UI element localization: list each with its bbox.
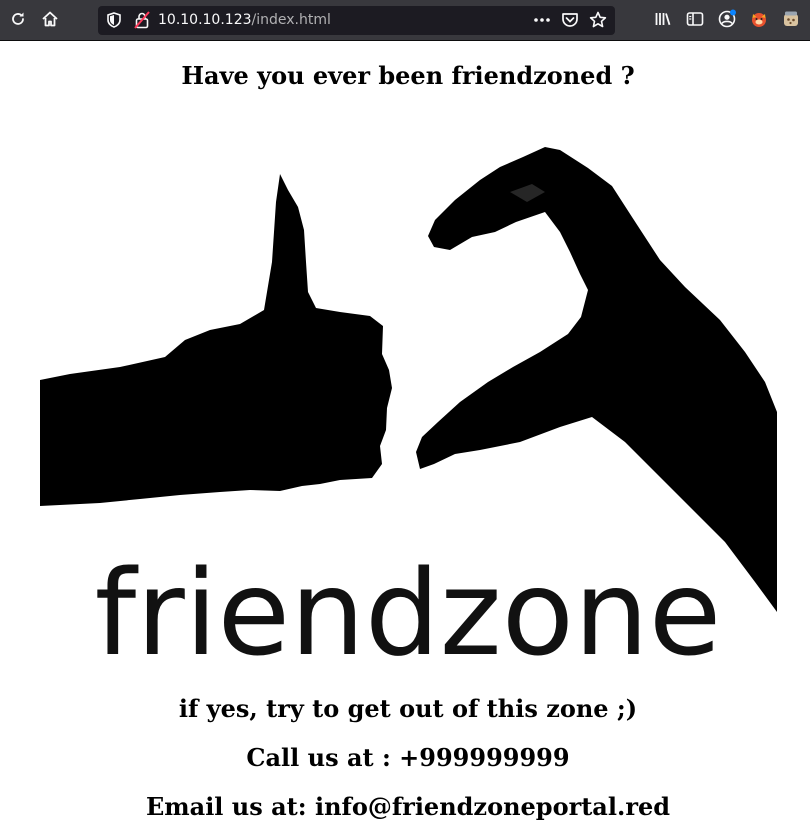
account-icon xyxy=(718,9,736,28)
reload-button[interactable] xyxy=(7,8,29,30)
sidebar-button[interactable] xyxy=(684,8,706,30)
phone-text: Call us at : +999999999 xyxy=(246,743,570,772)
pocket-icon[interactable] xyxy=(560,10,580,30)
friendzone-logo-image: friendzone xyxy=(40,112,777,682)
home-icon xyxy=(42,11,58,27)
url-bar[interactable]: 10.10.10.123/index.html xyxy=(98,6,615,35)
tagline-text: if yes, try to get out of this zone ;) xyxy=(178,694,638,723)
library-button[interactable] xyxy=(652,8,674,30)
home-button[interactable] xyxy=(39,8,61,30)
sidebar-icon xyxy=(686,12,704,26)
url-path: /index.html xyxy=(251,12,331,28)
library-icon xyxy=(655,13,671,26)
shield-icon[interactable] xyxy=(104,10,124,30)
insecure-lock-icon[interactable] xyxy=(132,10,152,30)
star-icon[interactable] xyxy=(588,10,608,30)
more-actions-icon[interactable] xyxy=(532,10,552,30)
hands-silhouette-icon: friendzone xyxy=(40,147,777,682)
reload-icon xyxy=(12,12,24,25)
extension-fox-icon xyxy=(752,13,766,27)
browser-toolbar: 10.10.10.123/index.html xyxy=(0,0,810,41)
url-text[interactable]: 10.10.10.123/index.html xyxy=(158,11,331,29)
extension-fox-button[interactable] xyxy=(748,8,770,30)
account-button[interactable] xyxy=(716,8,738,30)
page-content: Have you ever been friendzoned ? friendz… xyxy=(0,41,810,838)
url-host: 10.10.10.123 xyxy=(158,12,252,28)
page-heading: Have you ever been friendzoned ? xyxy=(181,61,635,90)
logo-word: friendzone xyxy=(95,544,722,677)
extension-cookie-button[interactable] xyxy=(780,8,802,30)
extension-cookie-icon xyxy=(784,11,798,26)
email-text: Email us at: info@friendzoneportal.red xyxy=(145,792,671,821)
